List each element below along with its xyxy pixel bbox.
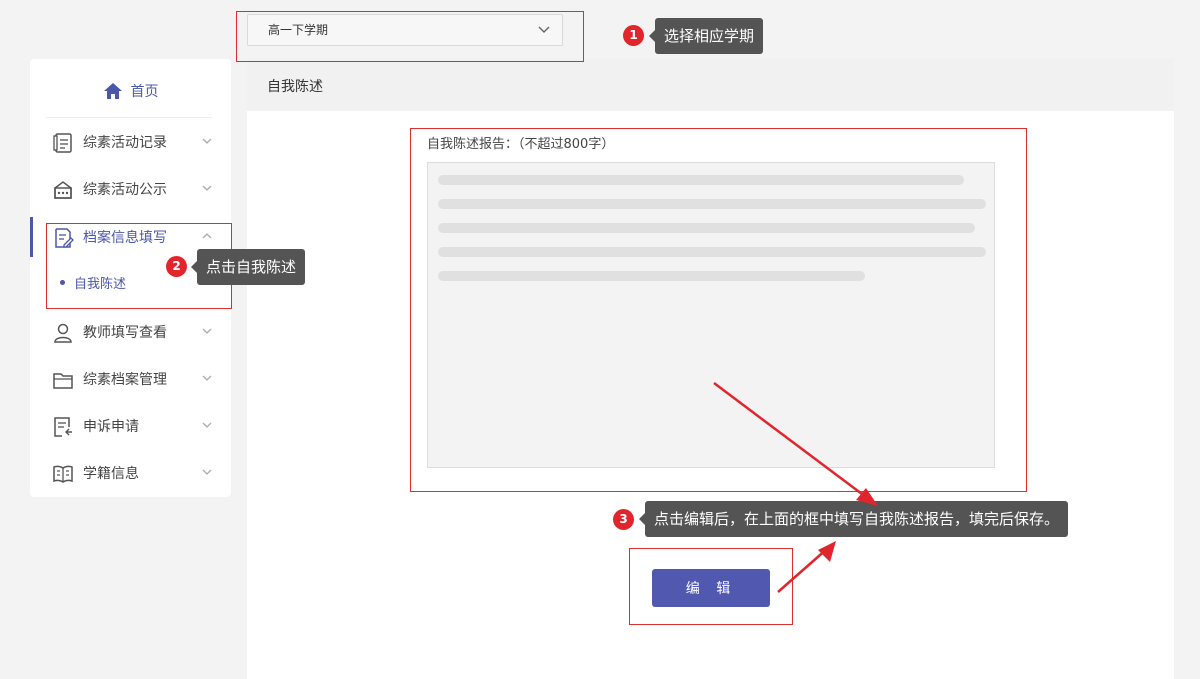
sidebar-item-label: 学籍信息 — [83, 466, 139, 482]
step-badge-1: 1 — [623, 25, 644, 46]
annotation-box-edit — [629, 548, 793, 625]
sidebar-item-label: 综素活动记录 — [83, 135, 167, 151]
tooltip-step2: 点击自我陈述 — [190, 249, 306, 285]
display-icon — [54, 181, 72, 199]
chevron-down-icon — [202, 328, 212, 334]
sidebar-item-appeal[interactable]: 申诉申请 — [30, 406, 231, 446]
content-header: 自我陈述 — [247, 59, 1174, 111]
sidebar-item-label: 教师填写查看 — [83, 325, 167, 341]
appeal-icon — [54, 417, 72, 437]
annotation-box-report — [410, 128, 1027, 492]
annotation-box-semester — [236, 11, 584, 62]
divider — [46, 117, 212, 118]
sidebar-item-student-status[interactable]: 学籍信息 — [30, 453, 231, 493]
tooltip-step1: 选择相应学期 — [648, 18, 764, 54]
chevron-down-icon — [202, 138, 212, 144]
step-badge-3: 3 — [613, 509, 634, 530]
chevron-down-icon — [202, 185, 212, 191]
sidebar-item-label: 申诉申请 — [83, 419, 139, 435]
user-icon — [54, 323, 72, 343]
sidebar-item-activity-display[interactable]: 综素活动公示 — [30, 169, 231, 209]
chevron-down-icon — [202, 375, 212, 381]
folder-icon — [53, 373, 73, 389]
sidebar-item-label: 首页 — [130, 84, 159, 100]
sidebar-item-home[interactable]: 首页 — [30, 73, 231, 109]
home-icon — [103, 83, 122, 99]
chevron-down-icon — [202, 422, 212, 428]
sidebar-item-label: 综素档案管理 — [83, 372, 167, 388]
sidebar-item-activity-record[interactable]: 综素活动记录 — [30, 122, 231, 162]
step-badge-2: 2 — [166, 256, 187, 277]
record-icon — [53, 133, 72, 153]
sidebar-item-label: 综素活动公示 — [83, 182, 167, 198]
page-title: 自我陈述 — [267, 79, 323, 95]
book-icon — [53, 465, 73, 483]
sidebar-item-teacher-view[interactable]: 教师填写查看 — [30, 312, 231, 352]
chevron-down-icon — [202, 469, 212, 475]
tooltip-step3: 点击编辑后，在上面的框中填写自我陈述报告，填完后保存。 — [638, 501, 1069, 537]
sidebar-item-archive-manage[interactable]: 综素档案管理 — [30, 359, 231, 399]
